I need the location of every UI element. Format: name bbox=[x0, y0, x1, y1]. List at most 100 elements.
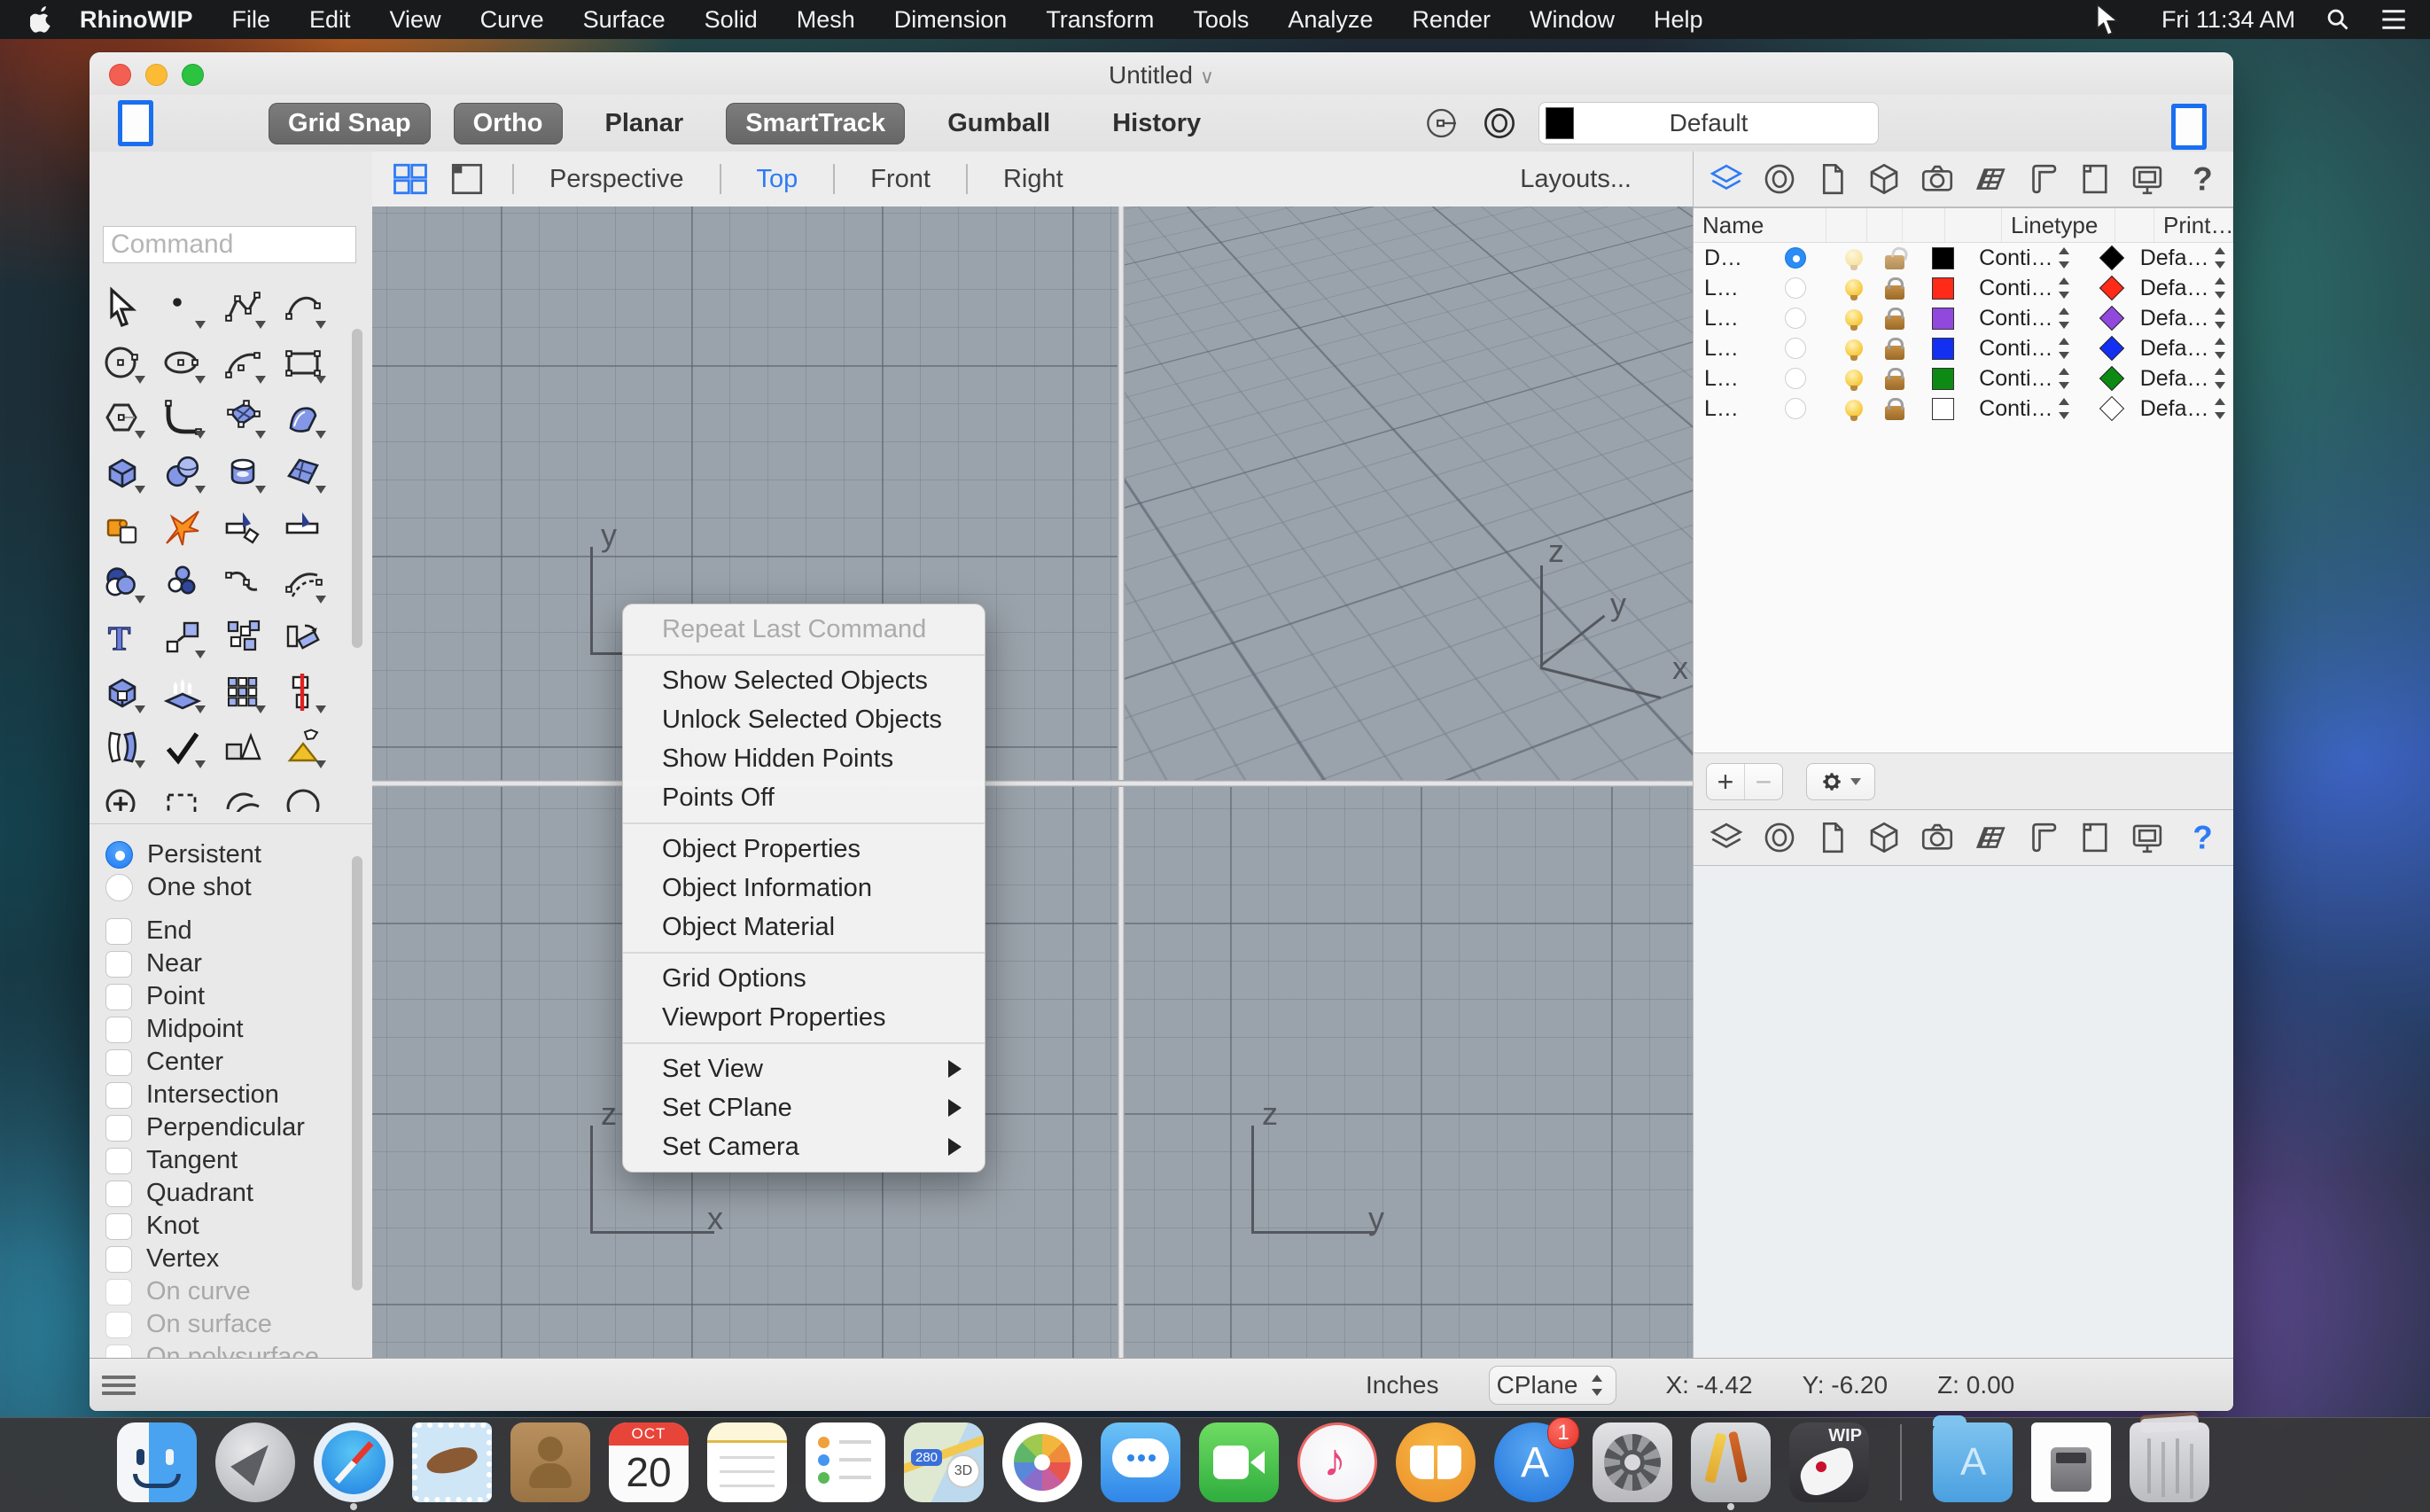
osnap-scrollbar[interactable] bbox=[352, 856, 362, 1290]
osnap-center[interactable]: Center bbox=[105, 1046, 354, 1079]
tool-spheres-button[interactable] bbox=[155, 445, 210, 500]
tool-text-button[interactable]: T bbox=[95, 610, 150, 665]
dock-item-itunes[interactable] bbox=[1297, 1422, 1377, 1502]
menubar-item-render[interactable]: Render bbox=[1412, 6, 1491, 34]
remove-layer-button[interactable]: − bbox=[1744, 764, 1782, 799]
dock-item-system-preferences[interactable] bbox=[1593, 1422, 1672, 1502]
menubar-item-surface[interactable]: Surface bbox=[583, 6, 666, 34]
viewport-area[interactable]: y zyx zx zy bbox=[372, 207, 1694, 1359]
dock-item-contacts[interactable] bbox=[510, 1422, 590, 1502]
column-header-print[interactable]: Print… bbox=[2154, 208, 2233, 242]
layer-visibility-bulb-icon[interactable] bbox=[1844, 339, 1863, 361]
viewport-right[interactable]: zy bbox=[1125, 787, 1694, 1359]
menu-item-set-camera[interactable]: Set Camera bbox=[623, 1127, 985, 1166]
menubar-item-edit[interactable]: Edit bbox=[309, 6, 351, 34]
layer-print-width[interactable]: Defa… bbox=[2140, 276, 2209, 301]
tool-drag-button[interactable] bbox=[276, 720, 331, 775]
window-title[interactable]: Untitled ∨ bbox=[90, 61, 2233, 90]
layer-row[interactable]: L… Conti… Defa… bbox=[1694, 303, 2233, 333]
osnap-on-curve[interactable]: On curve bbox=[105, 1275, 354, 1308]
tool-dashsel-button[interactable] bbox=[155, 775, 210, 812]
units-label[interactable]: Inches bbox=[1366, 1371, 1439, 1399]
tool-cyl-button[interactable] bbox=[215, 445, 270, 500]
menu-item-show-selected-objects[interactable]: Show Selected Objects bbox=[623, 661, 985, 700]
dock-item-appstore[interactable]: 1 bbox=[1494, 1417, 1579, 1502]
dock-item-launchpad[interactable] bbox=[215, 1422, 295, 1502]
menu-item-unlock-selected-objects[interactable]: Unlock Selected Objects bbox=[623, 700, 985, 739]
grid-icon[interactable] bbox=[1970, 818, 2009, 857]
viewport-perspective[interactable]: z y x bbox=[1125, 207, 1694, 780]
osnap-near[interactable]: Near bbox=[105, 947, 354, 980]
layer-color-swatch[interactable] bbox=[1932, 337, 1955, 360]
menubar-item-solid[interactable]: Solid bbox=[705, 6, 758, 34]
column-header-g4[interactable] bbox=[1945, 208, 2002, 242]
tool-check-button[interactable] bbox=[155, 720, 210, 775]
dock-item-mail[interactable] bbox=[412, 1422, 492, 1502]
tab-right[interactable]: Right bbox=[968, 165, 1099, 194]
help-icon[interactable]: ? bbox=[2181, 818, 2220, 857]
layer-lock-icon[interactable] bbox=[1885, 277, 1905, 300]
page-icon[interactable] bbox=[2076, 818, 2115, 857]
dock-item-calendar[interactable]: OCT 20 bbox=[609, 1422, 689, 1502]
menubar-item-file[interactable]: File bbox=[231, 6, 270, 34]
add-layer-button[interactable]: + bbox=[1707, 764, 1744, 799]
layers-icon[interactable] bbox=[1707, 818, 1746, 857]
layer-row[interactable]: D… Conti… Defa… bbox=[1694, 243, 2233, 273]
apple-icon[interactable] bbox=[30, 6, 53, 33]
tool-rect-button[interactable] bbox=[276, 335, 331, 390]
tab-perspective[interactable]: Perspective bbox=[514, 165, 720, 194]
layer-row[interactable]: L… Conti… Defa… bbox=[1694, 363, 2233, 394]
current-layer-radio[interactable] bbox=[1785, 247, 1807, 269]
tool-polygon-button[interactable] bbox=[95, 390, 150, 445]
print-color-diamond[interactable] bbox=[2099, 245, 2125, 271]
tool-fillet-button[interactable] bbox=[155, 390, 210, 445]
tool-trim-button[interactable] bbox=[215, 500, 270, 555]
tools-scrollbar[interactable] bbox=[352, 329, 362, 648]
menubar-clock[interactable]: Fri 11:34 AM bbox=[2161, 6, 2295, 34]
layer-linetype[interactable]: Conti… bbox=[1979, 246, 2052, 271]
print-color-diamond[interactable] bbox=[2099, 335, 2125, 362]
record-history-circle-icon[interactable] bbox=[1482, 105, 1517, 141]
print-color-diamond[interactable] bbox=[2099, 395, 2125, 422]
tool-arc-button[interactable] bbox=[215, 335, 270, 390]
menubar-item-help[interactable]: Help bbox=[1654, 6, 1703, 34]
layer-lock-icon[interactable] bbox=[1885, 254, 1905, 269]
dock-item-rhinowip[interactable]: WIP bbox=[1789, 1422, 1869, 1502]
dock-item-maps[interactable]: 280 3D bbox=[904, 1422, 984, 1502]
menubar-item-dimension[interactable]: Dimension bbox=[894, 6, 1008, 34]
tool-polyline-button[interactable] bbox=[215, 280, 270, 335]
toggle-ortho[interactable]: Ortho bbox=[453, 102, 563, 144]
layer-color-swatch[interactable] bbox=[1932, 367, 1955, 390]
layer-color-swatch[interactable] bbox=[1932, 277, 1955, 300]
layer-settings-button[interactable] bbox=[1806, 763, 1875, 800]
layer-visibility-bulb-icon[interactable] bbox=[1844, 279, 1863, 300]
tool-srf-button[interactable] bbox=[276, 390, 331, 445]
cplane-select[interactable]: CPlane bbox=[1488, 1365, 1616, 1405]
tool-pluscirc-button[interactable] bbox=[95, 775, 150, 812]
tool-srf2-button[interactable] bbox=[276, 445, 331, 500]
menubar-item-view[interactable]: View bbox=[390, 6, 441, 34]
osnap-circle-icon[interactable] bbox=[1425, 105, 1460, 141]
current-layer-select[interactable]: Default bbox=[1538, 102, 1879, 144]
osnap-on-surface[interactable]: On surface bbox=[105, 1308, 354, 1341]
menu-item-set-view[interactable]: Set View bbox=[623, 1049, 985, 1088]
snapshot-icon[interactable] bbox=[1918, 160, 1957, 199]
current-layer-radio[interactable] bbox=[1785, 368, 1807, 389]
toggle-smarttrack[interactable]: SmartTrack bbox=[726, 102, 906, 144]
layer-lock-icon[interactable] bbox=[1885, 367, 1905, 390]
layer-print-width[interactable]: Defa… bbox=[2140, 396, 2209, 422]
print-color-diamond[interactable] bbox=[2099, 275, 2125, 301]
menubar-item-mesh[interactable]: Mesh bbox=[797, 6, 855, 34]
tool-crvpt-button[interactable] bbox=[215, 555, 270, 610]
commands-icon[interactable] bbox=[2023, 818, 2062, 857]
column-header-name[interactable]: Name bbox=[1694, 208, 1826, 242]
tool-dupe-button[interactable] bbox=[215, 610, 270, 665]
tool-array-button[interactable] bbox=[215, 665, 270, 720]
column-header-linetype[interactable]: Linetype bbox=[2002, 208, 2115, 242]
tool-circ3-button[interactable] bbox=[276, 775, 331, 812]
status-menu-icon[interactable] bbox=[102, 1375, 136, 1395]
dock-item-safari[interactable] bbox=[314, 1422, 393, 1510]
dock-item-disk-image[interactable] bbox=[2031, 1422, 2111, 1502]
notes-icon[interactable] bbox=[1812, 160, 1851, 199]
viewport-splitter-horizontal[interactable] bbox=[372, 780, 1694, 787]
